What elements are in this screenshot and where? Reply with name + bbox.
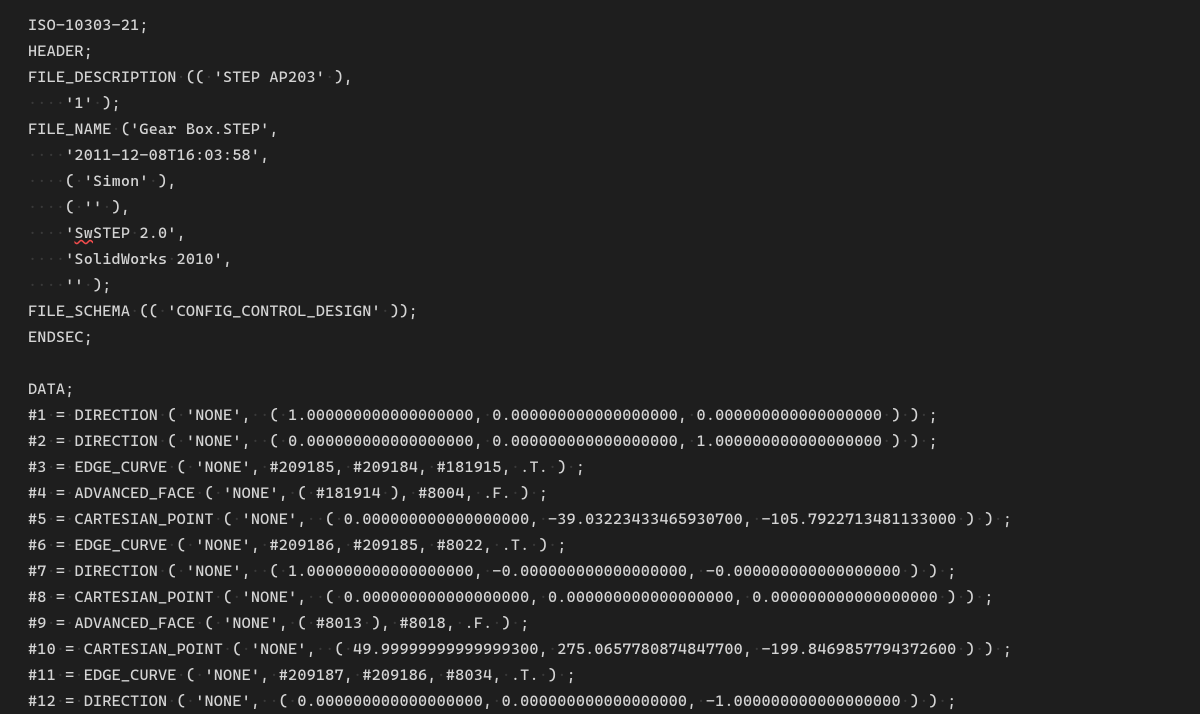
code-line: #5·=·CARTESIAN_POINT·(·'NONE',··(·0.0000…: [28, 506, 1200, 532]
code-line: FILE_SCHEMA·((·'CONFIG_CONTROL_DESIGN'·)…: [28, 298, 1200, 324]
code-line: DATA;: [28, 376, 1200, 402]
code-line: #3·=·EDGE_CURVE·(·'NONE',·#209185,·#2091…: [28, 454, 1200, 480]
code-line: #7·=·DIRECTION·(·'NONE',··(·1.0000000000…: [28, 558, 1200, 584]
code-line: ····(·'Simon'·),: [28, 168, 1200, 194]
code-line: ····'SolidWorks·2010',: [28, 246, 1200, 272]
code-line: FILE_NAME·('Gear Box.STEP',: [28, 116, 1200, 142]
spellcheck-squiggle: Sw: [74, 224, 93, 242]
code-line: ····'2011-12-08T16:03:58',: [28, 142, 1200, 168]
code-line: #2·=·DIRECTION·(·'NONE',··(·0.0000000000…: [28, 428, 1200, 454]
code-line: #6·=·EDGE_CURVE·(·'NONE',·#209186,·#2091…: [28, 532, 1200, 558]
code-line: ····(·''·),: [28, 194, 1200, 220]
code-line: #12·=·DIRECTION·(·'NONE',··(·0.000000000…: [28, 688, 1200, 714]
code-line: #9·=·ADVANCED_FACE·(·'NONE',·(·#8013·),·…: [28, 610, 1200, 636]
code-line: [28, 350, 1200, 376]
code-line: HEADER;: [28, 38, 1200, 64]
code-line: #10·=·CARTESIAN_POINT·(·'NONE',··(·49.99…: [28, 636, 1200, 662]
code-line: FILE_DESCRIPTION·((·'STEP AP203'·),: [28, 64, 1200, 90]
code-line: ····'SwSTEP·2.0',: [28, 220, 1200, 246]
code-line: #4·=·ADVANCED_FACE·(·'NONE',·(·#181914·)…: [28, 480, 1200, 506]
code-line: ENDSEC;: [28, 324, 1200, 350]
code-editor[interactable]: ISO-10303-21;HEADER;FILE_DESCRIPTION·((·…: [0, 0, 1200, 714]
code-line: ····''·);: [28, 272, 1200, 298]
code-line: #8·=·CARTESIAN_POINT·(·'NONE',··(·0.0000…: [28, 584, 1200, 610]
code-line: ····'1'·);: [28, 90, 1200, 116]
code-line: #11·=·EDGE_CURVE·(·'NONE',·#209187,·#209…: [28, 662, 1200, 688]
code-line: #1·=·DIRECTION·(·'NONE',··(·1.0000000000…: [28, 402, 1200, 428]
code-line: ISO-10303-21;: [28, 12, 1200, 38]
